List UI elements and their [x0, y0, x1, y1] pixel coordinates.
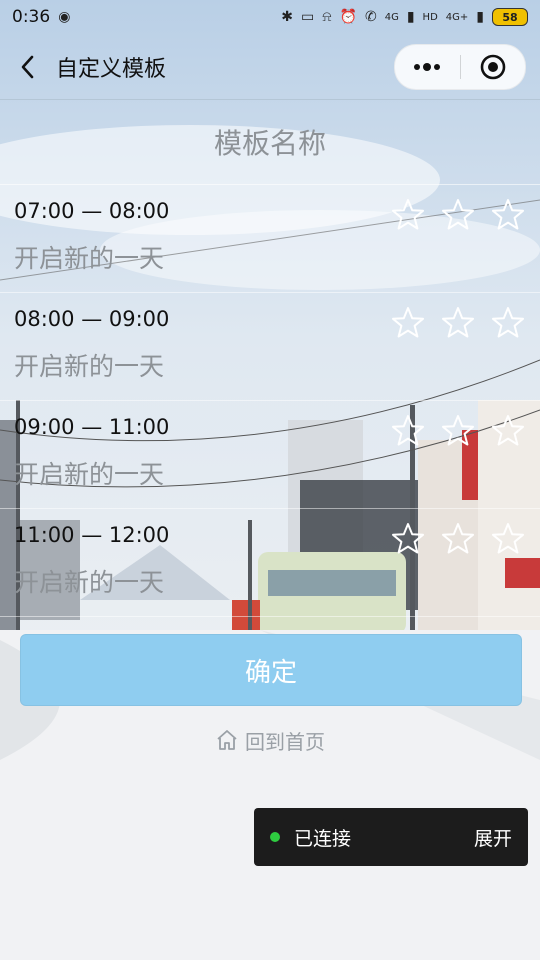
home-link[interactable]: 回到首页	[0, 722, 540, 758]
star-icon[interactable]	[390, 413, 426, 449]
time-slot-row: 08:00 — 09:00 开启新的一天	[0, 293, 540, 401]
slot-description-input[interactable]: 开启新的一天	[14, 563, 164, 599]
star-icon[interactable]	[490, 305, 526, 341]
connection-status: 已连接	[294, 827, 352, 850]
status-time: 0:36	[12, 7, 51, 27]
chevron-left-icon	[21, 55, 34, 78]
slot-time: 08:00 — 09:00	[14, 307, 170, 331]
vibrate-icon: ▭	[301, 9, 315, 25]
expand-button[interactable]: 展开	[474, 824, 512, 851]
template-form: 模板名称 07:00 — 08:00 开启新的一天 08:00 — 09:00 开启新…	[0, 100, 540, 617]
close-program-button[interactable]	[461, 45, 526, 89]
more-dots-icon	[414, 63, 441, 71]
more-button[interactable]	[395, 45, 460, 89]
mini-program-capsule	[394, 44, 526, 90]
slot-time: 07:00 — 08:00	[14, 199, 170, 223]
alarm-icon: ⏰	[339, 9, 357, 25]
status-bar: 0:36 ◉ ✱ ▭ ⍾ ⏰ ✆ 4G ▮ HD 4G+ ▮ 58	[0, 0, 540, 34]
slot-description-input[interactable]: 开启新的一天	[14, 239, 164, 275]
star-icon[interactable]	[490, 413, 526, 449]
time-slot-list: 07:00 — 08:00 开启新的一天 08:00 — 09:00 开启新的一天 09…	[0, 185, 540, 617]
connected-dot-icon	[270, 832, 280, 842]
confirm-button[interactable]: 确定	[20, 634, 522, 706]
home-icon	[217, 730, 237, 750]
star-icon[interactable]	[440, 413, 476, 449]
template-name-input[interactable]: 模板名称	[0, 100, 540, 185]
star-rating	[390, 305, 526, 341]
star-icon[interactable]	[440, 305, 476, 341]
target-circle-icon	[480, 54, 506, 80]
star-rating	[390, 197, 526, 233]
network-label-1: 4G	[384, 11, 399, 23]
globe-icon: ◉	[58, 9, 71, 25]
star-rating	[390, 521, 526, 557]
star-icon[interactable]	[490, 197, 526, 233]
star-icon[interactable]	[490, 521, 526, 557]
back-button[interactable]	[14, 53, 42, 81]
time-slot-row: 09:00 — 11:00 开启新的一天	[0, 401, 540, 509]
bluetooth-icon: ✱	[281, 9, 294, 25]
slot-time: 09:00 — 11:00	[14, 415, 170, 439]
star-icon[interactable]	[390, 305, 426, 341]
mute-bell-icon: ⍾	[322, 9, 332, 25]
star-icon[interactable]	[440, 521, 476, 557]
slot-description-input[interactable]: 开启新的一天	[14, 347, 164, 383]
time-slot-row: 07:00 — 08:00 开启新的一天	[0, 185, 540, 293]
battery-indicator: 58	[492, 8, 528, 26]
slot-time: 11:00 — 12:00	[14, 523, 170, 547]
network-label-2: HD	[422, 11, 438, 23]
connection-toast: 已连接 展开	[254, 808, 528, 866]
star-icon[interactable]	[390, 521, 426, 557]
signal-icon-2: ▮	[476, 9, 484, 25]
star-rating	[390, 413, 526, 449]
star-icon[interactable]	[390, 197, 426, 233]
time-slot-row: 11:00 — 12:00 开启新的一天	[0, 509, 540, 617]
signal-icon: ▮	[406, 9, 415, 25]
star-icon[interactable]	[440, 197, 476, 233]
network-label-3: 4G+	[445, 11, 469, 23]
home-link-label: 回到首页	[245, 729, 325, 754]
navigation-bar: 自定义模板	[0, 34, 540, 100]
call-icon: ✆	[364, 9, 377, 25]
page-title: 自定义模板	[56, 56, 167, 82]
slot-description-input[interactable]: 开启新的一天	[14, 455, 164, 491]
